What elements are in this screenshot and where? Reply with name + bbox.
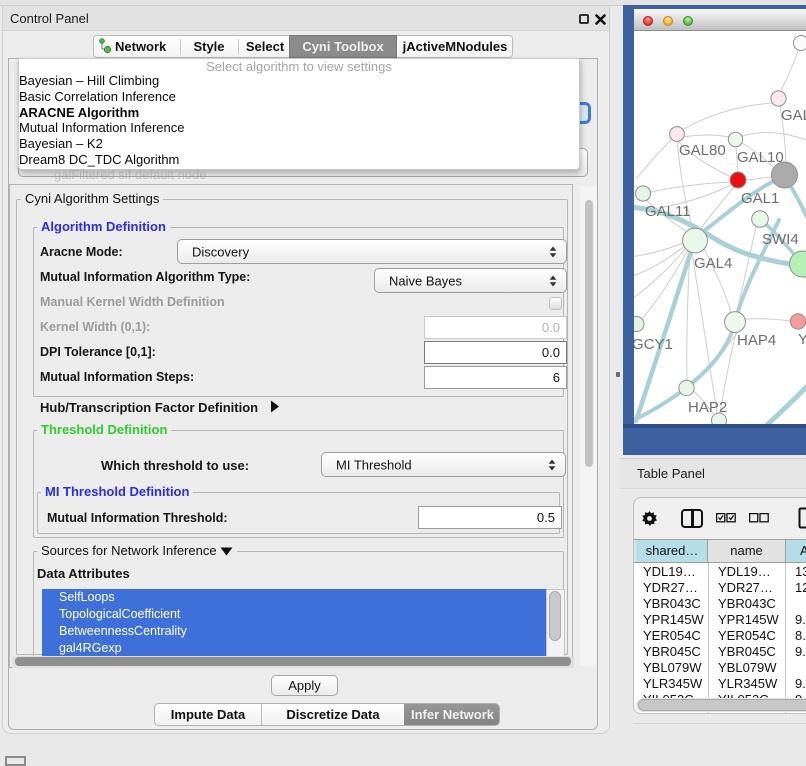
svg-text:GAL4: GAL4 <box>694 255 732 272</box>
svg-text:GAL10: GAL10 <box>737 149 784 166</box>
svg-text:SWI4: SWI4 <box>762 231 799 248</box>
svg-text:GAL80: GAL80 <box>679 142 726 159</box>
svg-text:GAL1: GAL1 <box>741 190 779 207</box>
svg-text:HAP4: HAP4 <box>737 332 776 349</box>
svg-text:HAP2: HAP2 <box>688 399 727 416</box>
svg-text:GCY1: GCY1 <box>634 336 673 353</box>
svg-text:GAL2: GAL2 <box>781 107 806 124</box>
svg-text:GAL11: GAL11 <box>645 203 691 220</box>
svg-text:Y: Y <box>798 331 806 348</box>
